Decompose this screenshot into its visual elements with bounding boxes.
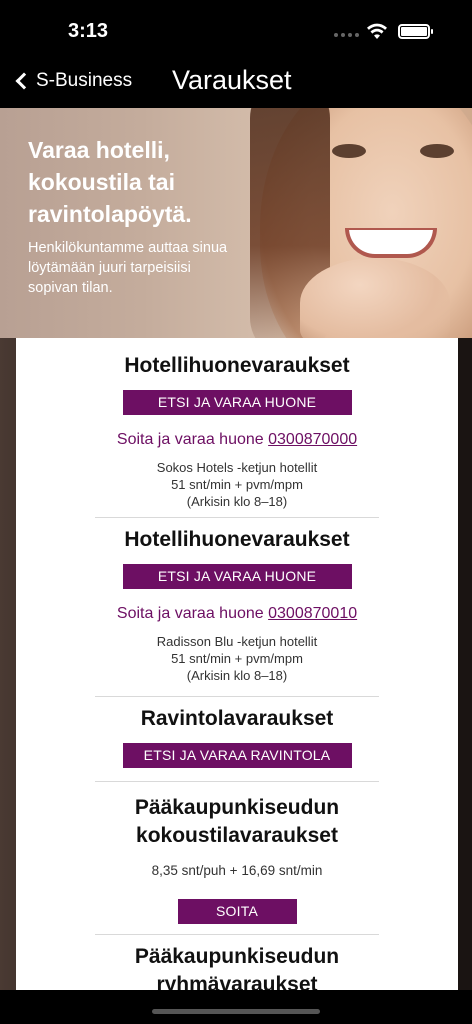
info-line: (Arkisin klo 8–18)	[186, 494, 288, 509]
page-title: Varaukset	[172, 65, 292, 95]
section-title: Pääkaupunkiseudun	[134, 945, 340, 968]
status-time: 3:13	[68, 20, 109, 42]
battery-icon	[398, 24, 433, 39]
phone-link[interactable]: 0300870010	[268, 605, 357, 622]
info-line: Radisson Blu -ketjun hotellit	[156, 634, 318, 649]
info-line: 51 snt/min + pvm/mpm	[171, 477, 303, 492]
section-title: Pääkaupunkiseudun	[134, 796, 340, 819]
wifi-icon	[367, 23, 387, 39]
back-label: S-Business	[36, 70, 133, 91]
hero-banner: Varaa hotelli, kokoustila tai ravintolap…	[0, 108, 472, 338]
hotel-reservations-sokos: Hotellihuonevaraukset ETSI JA VARAA HUON…	[95, 338, 379, 518]
call-line: Soita ja varaa huone 0300870010	[95, 605, 379, 623]
call-button[interactable]: SOITA	[177, 899, 297, 924]
status-bar: 3:13	[0, 0, 472, 60]
cellular-signal-icon	[334, 33, 359, 37]
info-text: Sokos Hotels -ketjun hotellit 51 snt/min…	[95, 459, 379, 510]
section-title: Ravintolavaraukset	[140, 707, 334, 730]
search-book-room-button[interactable]: ETSI JA VARAA HUONE	[122, 564, 352, 589]
info-text: Radisson Blu -ketjun hotellit 51 snt/min…	[95, 633, 379, 684]
call-prefix: Soita ja varaa huone	[116, 605, 264, 622]
back-button[interactable]: S-Business	[12, 70, 132, 92]
section-title: kokoustilavaraukset	[136, 824, 338, 847]
hero-photo-eye	[420, 144, 454, 158]
hero-photo-hand	[300, 258, 450, 338]
info-line: 51 snt/min + pvm/mpm	[171, 651, 303, 666]
info-line: (Arkisin klo 8–18)	[186, 668, 288, 683]
search-book-restaurant-button[interactable]: ETSI JA VARAA RAVINTOLA	[122, 743, 352, 768]
chevron-left-icon	[15, 72, 33, 90]
search-book-room-button[interactable]: ETSI JA VARAA HUONE	[122, 390, 352, 415]
hero-heading: Varaa hotelli, kokoustila tai ravintolap…	[28, 137, 192, 227]
hero-photo-eye	[332, 144, 366, 158]
navigation-bar: S-Business Varaukset	[0, 60, 472, 108]
phone-link[interactable]: 0300870000	[268, 431, 357, 448]
call-line: Soita ja varaa huone 0300870000	[95, 431, 379, 449]
home-indicator[interactable]	[152, 1009, 320, 1014]
hero-text: Henkilökuntamme auttaa sinua löytämään j…	[28, 240, 228, 296]
price-text: 8,35 snt/puh + 16,69 snt/min	[151, 863, 323, 878]
restaurant-reservations: Ravintolavaraukset ETSI JA VARAA RAVINTO…	[95, 697, 379, 782]
group-reservations: Pääkaupunkiseudun ryhmävaraukset	[95, 935, 379, 990]
section-title: Hotellihuonevaraukset	[124, 528, 350, 551]
section-title: ryhmävaraukset	[156, 973, 318, 990]
info-line: Sokos Hotels -ketjun hotellit	[156, 460, 318, 475]
section-title: Hotellihuonevaraukset	[124, 354, 350, 377]
call-prefix: Soita ja varaa huone	[116, 431, 264, 448]
hotel-reservations-radisson: Hotellihuonevaraukset ETSI JA VARAA HUON…	[95, 518, 379, 697]
reservations-card: Hotellihuonevaraukset ETSI JA VARAA HUON…	[16, 338, 458, 990]
meeting-room-reservations: Pääkaupunkiseudun kokoustilavaraukset 8,…	[95, 782, 379, 935]
